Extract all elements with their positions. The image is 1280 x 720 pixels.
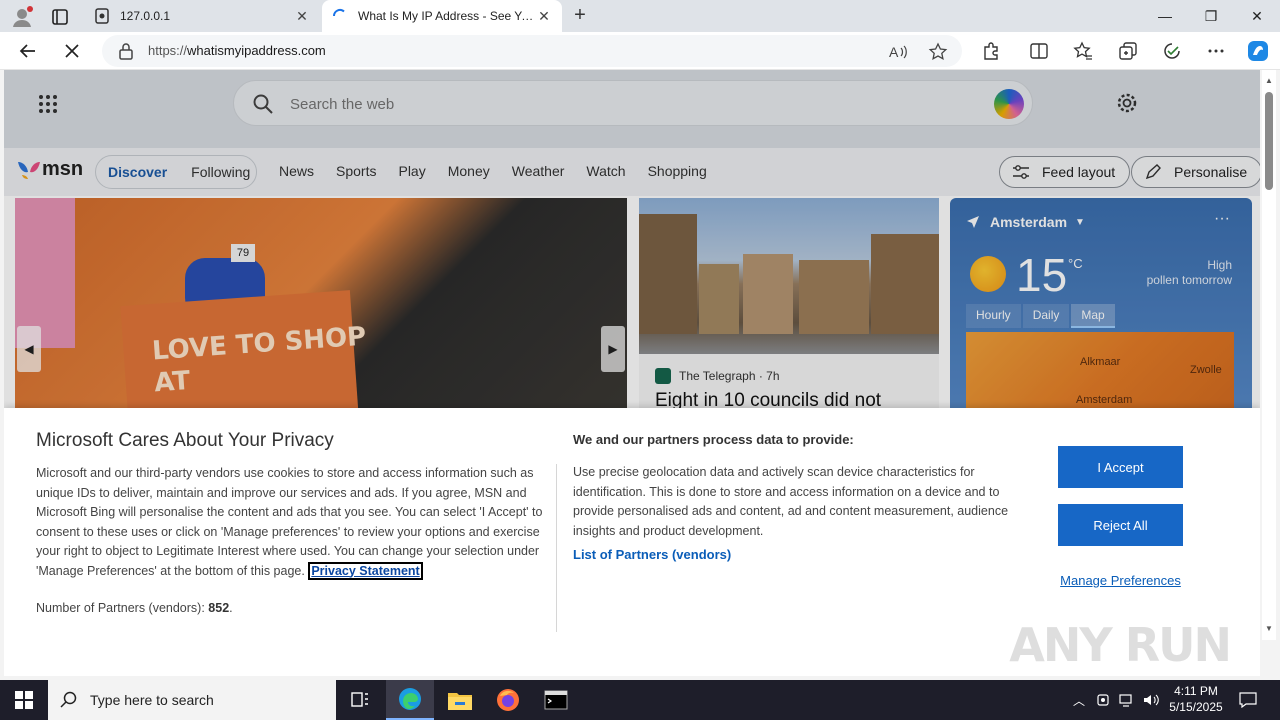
- manage-preferences-link[interactable]: Manage Preferences: [1058, 573, 1183, 588]
- privacy-body-text: Microsoft and our third-party vendors us…: [36, 466, 543, 578]
- tab-actions-icon[interactable]: [48, 6, 72, 28]
- page-icon: [95, 8, 109, 24]
- taskbar-search-placeholder: Type here to search: [90, 692, 214, 708]
- windows-taskbar: Type here to search ︿ 4:11 PM 5/15/2025: [0, 680, 1280, 720]
- address-toolbar: https://whatismyipaddress.com A: [0, 32, 1280, 70]
- close-icon: [65, 44, 79, 58]
- partners-count: 852: [208, 601, 230, 615]
- reject-all-button[interactable]: Reject All: [1058, 504, 1183, 546]
- url-scheme: https://: [148, 43, 188, 58]
- clock-time: 4:11 PM: [1174, 684, 1218, 698]
- extensions-icon[interactable]: [977, 37, 1005, 65]
- start-button[interactable]: [0, 680, 48, 720]
- back-button[interactable]: [14, 37, 42, 65]
- favorite-star-icon[interactable]: [928, 42, 948, 62]
- system-clock[interactable]: 4:11 PM 5/15/2025: [1160, 683, 1232, 715]
- tab-localhost[interactable]: 127.0.0.1 ✕: [84, 0, 320, 32]
- clock-date: 5/15/2025: [1169, 700, 1223, 714]
- divider: [556, 464, 557, 632]
- split-screen-icon[interactable]: [1025, 37, 1053, 65]
- list-of-partners-link[interactable]: List of Partners (vendors): [573, 547, 731, 562]
- page-scrollbar[interactable]: ▲ ▼: [1262, 70, 1276, 640]
- copilot-icon[interactable]: [1244, 37, 1272, 65]
- data-processing-text: Use precise geolocation data and activel…: [573, 465, 1009, 538]
- profile-icon[interactable]: [10, 5, 34, 29]
- browser-essentials-icon[interactable]: [1158, 37, 1186, 65]
- tab-whatismyip[interactable]: What Is My IP Address - See Your ✕: [322, 0, 562, 32]
- windows-logo-icon: [15, 691, 33, 709]
- address-bar[interactable]: https://whatismyipaddress.com A: [102, 35, 962, 67]
- edge-taskbar-icon[interactable]: [386, 680, 434, 720]
- partners-suffix: .: [229, 601, 233, 615]
- partners-label: Number of Partners (vendors):: [36, 601, 209, 615]
- show-hidden-icons-chevron-icon[interactable]: ︿: [1068, 680, 1090, 720]
- volume-icon[interactable]: [1140, 680, 1162, 720]
- device-icon[interactable]: [1092, 680, 1114, 720]
- collections-icon[interactable]: [1114, 37, 1142, 65]
- privacy-statement-link[interactable]: Privacy Statement: [308, 561, 423, 580]
- data-processing-heading: We and our partners process data to prov…: [573, 432, 854, 447]
- terminal-icon[interactable]: [532, 680, 580, 720]
- page-viewport: Search the web msn Discover Following Ne…: [4, 70, 1260, 676]
- more-options-icon[interactable]: [1202, 37, 1230, 65]
- page-dim-overlay: [4, 70, 1260, 408]
- privacy-title: Microsoft Cares About Your Privacy: [36, 430, 334, 451]
- svg-text:A: A: [889, 44, 899, 60]
- restore-button[interactable]: ❐: [1188, 0, 1234, 32]
- privacy-consent-banner: Microsoft Cares About Your Privacy Micro…: [4, 408, 1260, 676]
- task-view-icon[interactable]: [336, 680, 384, 720]
- minimize-button[interactable]: —: [1142, 0, 1188, 32]
- partners-count-line: Number of Partners (vendors): 852.: [36, 601, 233, 615]
- stop-loading-button[interactable]: [58, 37, 86, 65]
- firefox-icon[interactable]: [484, 680, 532, 720]
- browser-titlebar: 127.0.0.1 ✕ What Is My IP Address - See …: [0, 0, 1280, 32]
- close-window-button[interactable]: ✕: [1234, 0, 1280, 32]
- new-tab-button[interactable]: +: [568, 4, 592, 28]
- favorites-icon[interactable]: [1069, 37, 1097, 65]
- loading-spinner-icon: [332, 8, 345, 17]
- tab-title: What Is My IP Address - See Your: [358, 9, 536, 23]
- url-host: whatismyipaddress.com: [187, 43, 326, 58]
- network-icon[interactable]: [1116, 680, 1138, 720]
- read-aloud-icon[interactable]: A: [888, 42, 908, 62]
- taskbar-search-input[interactable]: Type here to search: [48, 680, 336, 720]
- close-tab-icon[interactable]: ✕: [294, 8, 310, 25]
- notifications-icon[interactable]: [1236, 680, 1260, 720]
- scroll-down-arrow-icon[interactable]: ▼: [1264, 624, 1274, 634]
- accept-button[interactable]: I Accept: [1058, 446, 1183, 488]
- anyrun-watermark: ANY RUN: [1009, 618, 1232, 672]
- lock-icon[interactable]: [118, 42, 134, 60]
- scroll-up-arrow-icon[interactable]: ▲: [1264, 76, 1274, 86]
- privacy-body: Microsoft and our third-party vendors us…: [36, 464, 544, 581]
- close-tab-icon[interactable]: ✕: [536, 8, 552, 25]
- url-text[interactable]: https://whatismyipaddress.com: [148, 43, 326, 58]
- file-explorer-icon[interactable]: [436, 680, 484, 720]
- scrollbar-thumb[interactable]: [1265, 92, 1273, 190]
- search-icon: [60, 691, 77, 708]
- tab-title: 127.0.0.1: [120, 9, 171, 23]
- arrow-left-icon: [19, 44, 35, 58]
